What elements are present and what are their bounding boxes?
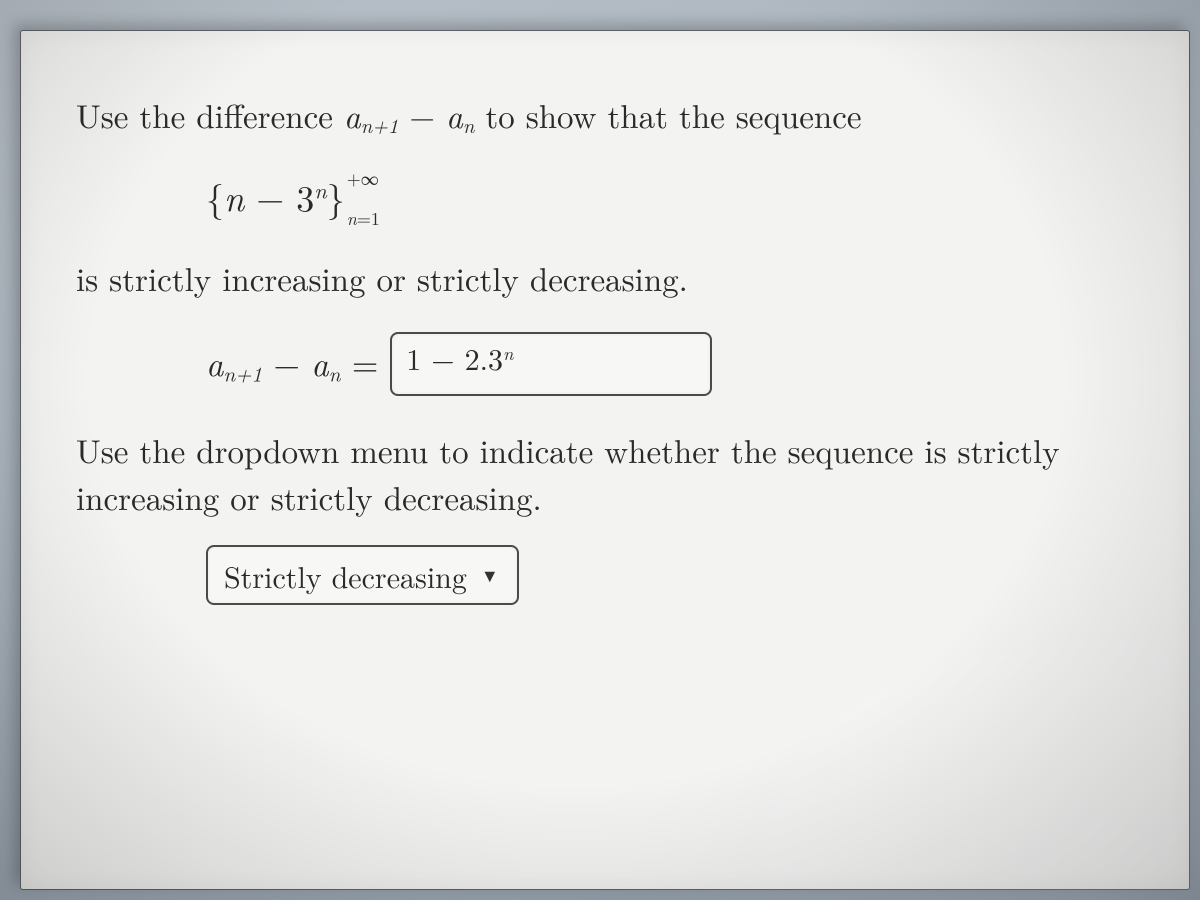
difference-answer-input[interactable]: 1 − 2.3n [390, 332, 712, 396]
math-a1: a [344, 91, 361, 138]
brace-close: } [327, 171, 345, 222]
sequence-definition: {n − 3n} +∞ n=1 [206, 168, 1134, 226]
instruction-line-2: is strictly increasing or strictly decre… [76, 254, 1134, 302]
math-minus-1: − [398, 91, 446, 138]
monotonicity-dropdown[interactable]: Strictly decreasing ▼ [206, 545, 519, 605]
dropdown-selected-label: Strictly decreasing [224, 554, 467, 597]
text-fragment: Use the difference [76, 91, 344, 138]
brace-open: { [206, 171, 224, 222]
answer-value-text: 1 − 2.3 [406, 336, 503, 379]
seq-var: n [224, 171, 244, 222]
seq-minus: − [244, 171, 296, 222]
math-sub-np1: n+1 [361, 110, 399, 139]
seq-base: 3 [296, 171, 314, 222]
instruction-line-3: Use the dropdown menu to indicate whethe… [76, 426, 1134, 522]
seq-exp: n [314, 175, 327, 206]
problem-card: Use the difference an+1 − an to show tha… [20, 30, 1190, 890]
text-fragment: to show that the sequence [474, 91, 861, 138]
answer-lhs: an+1 − an = [206, 338, 378, 388]
instruction-line-1: Use the difference an+1 − an to show tha… [76, 91, 1134, 140]
limit-lower: n=1 [347, 210, 380, 228]
sequence-limits: +∞ n=1 [347, 170, 380, 228]
math-a2: a [446, 91, 463, 138]
difference-answer-row: an+1 − an = 1 − 2.3n [206, 332, 1134, 396]
chevron-down-icon: ▼ [481, 563, 499, 588]
limit-upper: +∞ [347, 170, 380, 188]
answer-value-exp: n [503, 339, 513, 365]
math-sub-n: n [463, 110, 475, 139]
